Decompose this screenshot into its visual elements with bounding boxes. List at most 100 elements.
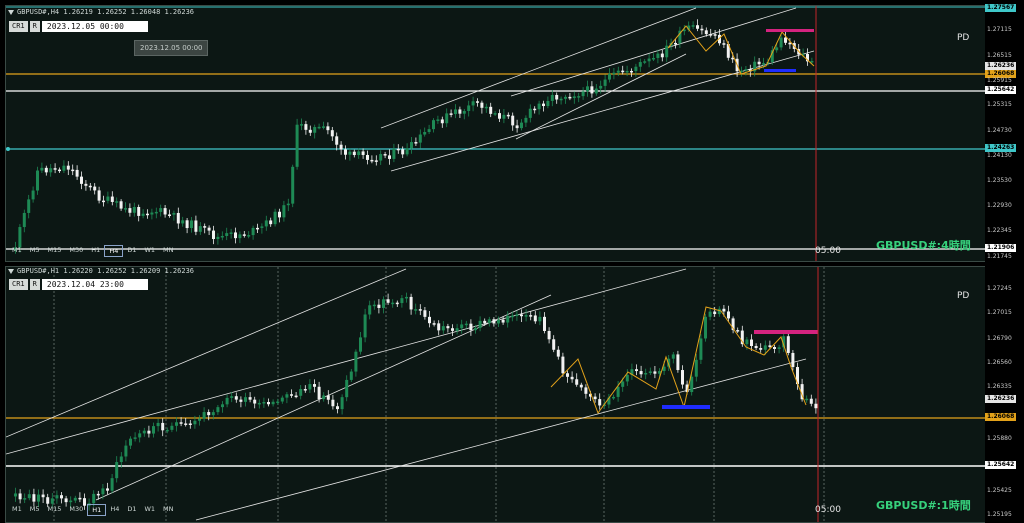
price-axis-h4[interactable]: 1.27567 1.27115 1.26515 1.26236 1.26068 … xyxy=(985,0,1024,262)
h4-candle xyxy=(22,212,26,228)
timeframe-d1-button[interactable]: D1 xyxy=(123,245,140,257)
cr-button[interactable]: CR1 xyxy=(9,279,28,290)
h1-candle xyxy=(487,319,491,324)
h4-candle xyxy=(467,105,471,111)
h4-candle xyxy=(383,154,387,156)
timeframe-h1-button[interactable]: H1 xyxy=(87,245,104,257)
h4-candle xyxy=(317,126,321,129)
r-button[interactable]: R xyxy=(29,279,40,290)
h1-candle xyxy=(147,430,151,434)
h4-candle xyxy=(247,235,251,237)
r-button[interactable]: R xyxy=(29,21,40,32)
timeframe-m30-button[interactable]: M30 xyxy=(65,245,87,257)
h4-candle xyxy=(207,227,211,231)
h1-candle xyxy=(37,494,40,502)
h1-candle xyxy=(257,402,261,405)
chart-title-h4: GBPUSD#,H4 1.26219 1.26252 1.26048 1.262… xyxy=(8,8,194,16)
h4-candle xyxy=(586,86,589,92)
h4-candle xyxy=(511,115,515,126)
dropdown-triangle-icon[interactable] xyxy=(8,268,14,274)
h1-candle xyxy=(368,305,372,315)
h1-candle xyxy=(474,327,477,331)
h1-candle xyxy=(814,403,818,409)
h4-candle xyxy=(234,232,237,239)
dropdown-triangle-icon[interactable] xyxy=(8,9,14,15)
h4-candle xyxy=(489,106,493,114)
h1-candle xyxy=(478,320,482,328)
h1-candle xyxy=(759,348,763,350)
h4-candle xyxy=(264,220,268,227)
timeframe-w1-button[interactable]: W1 xyxy=(140,504,159,516)
h4-candle xyxy=(515,125,519,129)
h4-candle xyxy=(502,114,506,119)
h1-candle xyxy=(506,315,510,323)
h1-candle xyxy=(124,445,128,457)
timeframe-m15-button[interactable]: M15 xyxy=(44,504,66,516)
h4-candle xyxy=(506,114,510,117)
timeframe-m5-button[interactable]: M5 xyxy=(26,504,44,516)
timeframe-h1-button[interactable]: H1 xyxy=(87,504,107,516)
timeframe-mn-button[interactable]: MN xyxy=(159,504,177,516)
axis-tick: 1.24730 xyxy=(987,127,1012,134)
h4-candle xyxy=(405,148,409,155)
h4-candle xyxy=(471,101,475,106)
h4-candle xyxy=(762,63,765,65)
axis-tick: 1.22930 xyxy=(987,202,1012,209)
datetime-field[interactable]: 2023.12.05 00:00 xyxy=(41,21,148,32)
h1-candle xyxy=(267,402,270,405)
h1-candle xyxy=(239,399,243,402)
h1-candle xyxy=(432,323,436,325)
h4-candle xyxy=(638,62,642,67)
h1-candle xyxy=(188,423,192,425)
timeframe-m1-button[interactable]: M1 xyxy=(8,504,26,516)
h4-candle xyxy=(568,96,572,99)
h4-candle xyxy=(537,103,541,110)
h4-candle xyxy=(432,120,435,130)
h4-candle xyxy=(322,126,325,128)
timeframe-mn-button[interactable]: MN xyxy=(159,245,177,257)
h4-candle xyxy=(436,119,440,121)
h1-candle xyxy=(32,494,36,502)
timeframe-w1-button[interactable]: W1 xyxy=(140,245,159,257)
h1-candle xyxy=(676,354,680,371)
h4-candle xyxy=(119,201,123,209)
h4-candle xyxy=(542,103,545,107)
h1-candle xyxy=(294,395,298,398)
h4-candle xyxy=(66,165,70,170)
h1-candle xyxy=(570,376,574,380)
h4-candle xyxy=(493,113,497,115)
timeframe-m5-button[interactable]: M5 xyxy=(26,245,44,257)
h1-candle xyxy=(704,316,707,339)
h1-candle xyxy=(262,402,266,404)
h4-candle xyxy=(713,34,717,36)
timeframe-m1-button[interactable]: M1 xyxy=(8,245,26,257)
h4-candle xyxy=(634,66,638,72)
h4-candle xyxy=(220,235,224,238)
h1-candle xyxy=(681,370,684,385)
h1-candle xyxy=(809,398,813,404)
timeframe-h4-button[interactable]: H4 xyxy=(104,245,124,257)
h4-candle xyxy=(722,43,726,45)
h4-candle xyxy=(80,176,83,184)
cr-button[interactable]: CR1 xyxy=(9,21,28,32)
timeframe-h4-button[interactable]: H4 xyxy=(106,504,123,516)
h1-candle xyxy=(460,324,464,329)
axis-tick: 1.27015 xyxy=(987,309,1012,316)
h4-candle xyxy=(102,200,105,203)
datetime-field[interactable]: 2023.12.04 23:00 xyxy=(41,279,148,290)
h1-candle xyxy=(129,438,132,446)
h1-candle xyxy=(405,296,408,299)
timeframe-d1-button[interactable]: D1 xyxy=(123,504,140,516)
h4-candle xyxy=(181,220,185,224)
h4-candle xyxy=(630,70,633,73)
h1-candle xyxy=(193,420,197,425)
h1-candle xyxy=(161,422,165,431)
price-axis-h1[interactable]: 1.27245 1.27015 1.26790 1.26560 1.26335 … xyxy=(985,263,1024,523)
h4-candle xyxy=(498,113,501,119)
h1-candle xyxy=(409,296,413,310)
plot-area-h1[interactable] xyxy=(5,266,987,523)
h1-candle xyxy=(464,323,468,326)
h1-candle xyxy=(469,323,473,331)
timeframe-m15-button[interactable]: M15 xyxy=(44,245,66,257)
timeframe-m30-button[interactable]: M30 xyxy=(65,504,87,516)
